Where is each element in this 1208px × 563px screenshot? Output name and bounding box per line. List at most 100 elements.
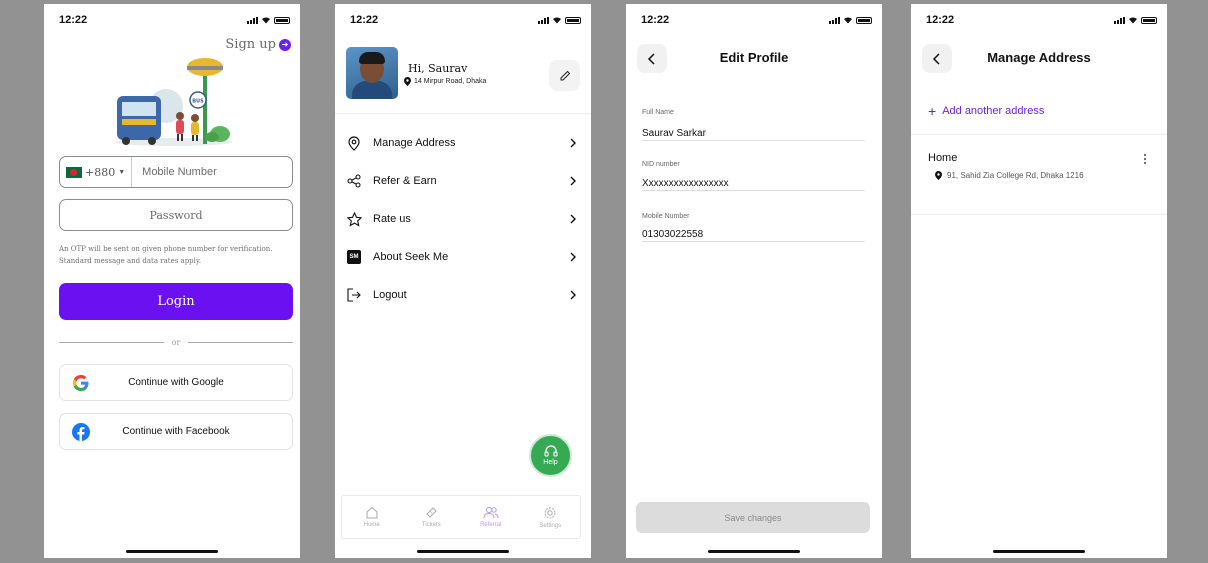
- chevron-right-icon: [570, 252, 576, 262]
- nid-number-label: NID number: [642, 161, 680, 168]
- tab-tickets[interactable]: Tickets: [402, 496, 462, 538]
- status-time: 12:22: [350, 14, 379, 26]
- mobile-number-label: Mobile Number: [642, 213, 690, 220]
- chevron-right-icon: [570, 290, 576, 300]
- edit-profile-button[interactable]: [549, 60, 580, 91]
- wifi-icon: [553, 17, 561, 24]
- sm-logo-icon: SM: [346, 249, 362, 265]
- ticket-icon: [426, 507, 437, 518]
- add-address-label: Add another address: [942, 105, 1045, 117]
- tab-home[interactable]: Home: [342, 496, 402, 538]
- caret-down-icon: ▼: [118, 168, 126, 176]
- menu-item-label: Manage Address: [373, 137, 456, 149]
- share-icon: [346, 173, 362, 189]
- battery-icon: [856, 16, 872, 24]
- nid-number-field[interactable]: Xxxxxxxxxxxxxxxxx: [642, 178, 865, 191]
- headset-icon: [543, 445, 558, 457]
- home-indicator: [993, 550, 1085, 553]
- star-icon: [346, 211, 362, 227]
- edit-profile-screen: 12:22 Edit Profile Full Name Saurav Sark…: [626, 4, 882, 558]
- google-icon: [73, 375, 89, 391]
- chevron-right-icon: [570, 138, 576, 148]
- menu-item-logout[interactable]: Logout: [335, 280, 591, 310]
- menu-item-label: Rate us: [373, 213, 411, 225]
- page-title: Manage Address: [987, 50, 1091, 65]
- otp-notice: An OTP will be sent on given phone numbe…: [59, 243, 291, 267]
- page-title: Edit Profile: [719, 50, 789, 65]
- help-button[interactable]: Help: [529, 434, 572, 477]
- location-pin-icon: [404, 77, 411, 86]
- otp-notice-line2: Standard message and data rates apply.: [59, 257, 202, 265]
- address-detail: 91, Sahid Zia College Rd, Dhaka 1216: [935, 171, 1084, 180]
- pencil-icon: [560, 70, 570, 80]
- battery-icon: [274, 16, 290, 24]
- status-bar: 12:22: [335, 4, 591, 32]
- bottom-tab-bar: Home Tickets Referral Settings: [341, 495, 581, 539]
- profile-menu-screen: 12:22 Hi, Saurav 14 Mirpur Road, Dhaka M…: [335, 4, 591, 558]
- add-another-address-button[interactable]: + Add another address: [928, 103, 1045, 119]
- home-indicator: [708, 550, 800, 553]
- facebook-label: Continue with Facebook: [122, 426, 230, 437]
- or-divider: or: [59, 338, 294, 347]
- tab-referral[interactable]: Referral: [461, 496, 521, 538]
- mobile-number-field[interactable]: 01303022558: [642, 229, 865, 242]
- menu-item-refer-earn[interactable]: Refer & Earn: [335, 166, 591, 196]
- signal-icon: [247, 16, 258, 24]
- status-bar: 12:22: [626, 4, 882, 32]
- more-options-icon[interactable]: [1144, 154, 1147, 164]
- bus-stop-illustration: BUS: [116, 58, 232, 146]
- menu-item-manage-address[interactable]: Manage Address: [335, 128, 591, 158]
- logout-icon: [346, 287, 362, 303]
- tab-label: Settings: [539, 522, 562, 529]
- avatar: [346, 47, 398, 99]
- plus-icon: +: [928, 103, 937, 119]
- home-indicator: [126, 550, 218, 553]
- country-code-select[interactable]: +880 ▼: [60, 157, 133, 187]
- sm-badge: SM: [347, 250, 361, 264]
- greeting: Hi, Saurav: [408, 62, 468, 75]
- menu-item-about-seek-me[interactable]: SM About Seek Me: [335, 242, 591, 272]
- continue-with-facebook-button[interactable]: Continue with Facebook: [59, 413, 293, 450]
- mobile-number-input[interactable]: Mobile Number: [132, 166, 217, 178]
- login-screen: 12:22 Sign up ➔ BUS +880 ▼ Mobile Number…: [44, 4, 300, 558]
- status-time: 12:22: [926, 14, 955, 26]
- chevron-right-icon: [570, 176, 576, 186]
- status-time: 12:22: [641, 14, 670, 26]
- full-name-label: Full Name: [642, 109, 674, 116]
- signal-icon: [538, 16, 549, 24]
- or-label: or: [171, 338, 181, 347]
- country-code: +880: [85, 165, 116, 179]
- arrow-right-icon: ➔: [279, 38, 291, 51]
- continue-with-google-button[interactable]: Continue with Google: [59, 364, 293, 401]
- wifi-icon: [1129, 17, 1137, 24]
- status-bar: 12:22: [44, 4, 300, 32]
- battery-icon: [565, 16, 581, 24]
- password-input[interactable]: Password: [149, 209, 202, 222]
- signup-label: Sign up: [225, 37, 276, 52]
- wifi-icon: [262, 17, 270, 24]
- save-changes-button[interactable]: Save changes: [636, 502, 870, 533]
- address-detail-text: 91, Sahid Zia College Rd, Dhaka 1216: [947, 171, 1084, 180]
- signal-icon: [1114, 16, 1125, 24]
- people-icon: [483, 506, 499, 519]
- mobile-number-field[interactable]: +880 ▼ Mobile Number: [59, 156, 293, 188]
- google-label: Continue with Google: [128, 377, 224, 388]
- full-name-field[interactable]: Saurav Sarkar: [642, 128, 865, 141]
- help-label: Help: [543, 459, 558, 466]
- otp-notice-line1: An OTP will be sent on given phone numbe…: [59, 245, 273, 253]
- home-indicator: [417, 550, 509, 553]
- password-field[interactable]: Password: [59, 199, 293, 231]
- tab-settings[interactable]: Settings: [521, 496, 581, 538]
- tab-label: Referral: [480, 522, 502, 528]
- signal-icon: [829, 16, 840, 24]
- facebook-icon: [72, 423, 90, 441]
- wifi-icon: [844, 17, 852, 24]
- status-time: 12:22: [59, 14, 88, 26]
- login-button[interactable]: Login: [59, 283, 293, 320]
- signup-link[interactable]: Sign up ➔: [225, 37, 291, 52]
- address-title[interactable]: Home: [928, 152, 957, 164]
- battery-icon: [1141, 16, 1157, 24]
- menu-item-label: Refer & Earn: [373, 175, 437, 187]
- menu-item-label: About Seek Me: [373, 251, 449, 263]
- menu-item-rate-us[interactable]: Rate us: [335, 204, 591, 234]
